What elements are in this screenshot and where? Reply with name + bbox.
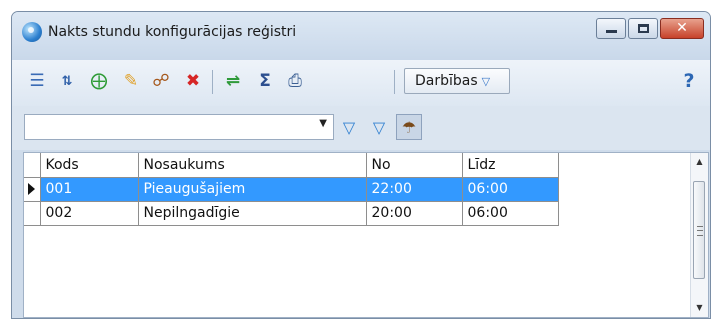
close-icon: ✕	[676, 20, 688, 36]
sort-icon[interactable]: ⇅	[54, 68, 80, 94]
filter-icon[interactable]: ▽	[336, 114, 362, 140]
cell-nosaukums[interactable]: Pieaugušajiem	[137, 176, 367, 202]
close-button[interactable]: ✕	[660, 18, 704, 39]
sum-icon[interactable]: Σ	[252, 68, 278, 94]
window-controls: ✕	[594, 18, 704, 39]
row-indicator	[24, 200, 41, 226]
cell-kods[interactable]: 001	[39, 176, 139, 202]
cell-no[interactable]: 20:00	[365, 200, 463, 226]
cell-no[interactable]: 22:00	[365, 176, 463, 202]
table-row[interactable]: 002 Nepilngadīgie 20:00 06:00	[24, 200, 559, 226]
combo-dropdown-icon[interactable]: ▼	[319, 118, 327, 129]
table-row[interactable]: 001 Pieaugušajiem 22:00 06:00	[24, 176, 559, 202]
view-icon[interactable]: ☍	[148, 68, 174, 94]
grip-icon	[697, 226, 703, 236]
cell-nosaukums[interactable]: Nepilngadīgie	[137, 200, 367, 226]
column-header-lidz[interactable]: Līdz	[461, 153, 559, 178]
add-icon[interactable]: ⨁	[86, 68, 112, 94]
table-header-row: Kods Nosaukums No Līdz	[24, 153, 559, 178]
vertical-scrollbar[interactable]: ▲ ▼	[690, 153, 708, 317]
column-header-kods[interactable]: Kods	[39, 153, 139, 178]
filter-combo[interactable]: ▼	[24, 114, 334, 140]
insert-icon[interactable]: ☰	[24, 68, 50, 94]
row-indicator-header	[24, 153, 41, 178]
filter-settings-icon[interactable]: ▽	[366, 114, 392, 140]
cell-kods[interactable]: 002	[39, 200, 139, 226]
help-icon[interactable]: ?	[678, 68, 700, 94]
title-bar[interactable]: Nakts stundu konfigurācijas reģistri ✕	[12, 12, 710, 60]
cell-lidz[interactable]: 06:00	[461, 200, 559, 226]
darbibas-button[interactable]: Darbības ▽	[404, 68, 510, 94]
minimize-icon	[606, 30, 617, 33]
scroll-down-icon[interactable]: ▼	[691, 299, 708, 317]
chevron-down-icon: ▽	[481, 75, 491, 88]
filter-bar: ▼ ▽ ▽ ☂	[12, 106, 710, 150]
row-indicator	[24, 176, 41, 202]
app-window: Nakts stundu konfigurācijas reģistri ✕ ☰…	[11, 11, 711, 319]
maximize-icon	[638, 24, 649, 33]
data-grid: Kods Nosaukums No Līdz 001 Pieaugušajiem…	[23, 152, 709, 318]
cell-lidz[interactable]: 06:00	[461, 176, 559, 202]
maximize-button[interactable]	[628, 18, 658, 39]
filter-user-icon[interactable]: ☂	[396, 114, 422, 140]
minimize-button[interactable]	[596, 18, 626, 39]
toolbar-separator	[212, 70, 213, 94]
window-title: Nakts stundu konfigurācijas reģistri	[48, 24, 297, 40]
records-table: Kods Nosaukums No Līdz 001 Pieaugušajiem…	[24, 153, 559, 226]
scroll-up-icon[interactable]: ▲	[691, 153, 708, 171]
delete-icon[interactable]: ✖	[180, 68, 206, 94]
refresh-icon[interactable]: ⇌	[220, 68, 246, 94]
column-header-nosaukums[interactable]: Nosaukums	[137, 153, 367, 178]
toolbar: ☰ ⇅ ⨁ ✎ ☍ ✖ ⇌ Σ ⎙ Darbības ▽ ?	[12, 60, 710, 106]
scroll-thumb[interactable]	[693, 181, 705, 279]
app-icon	[22, 22, 42, 42]
toolbar-separator	[394, 70, 395, 94]
current-row-icon	[28, 183, 35, 195]
print-icon[interactable]: ⎙	[282, 68, 308, 94]
edit-icon[interactable]: ✎	[118, 68, 144, 94]
darbibas-label: Darbības	[415, 73, 478, 89]
column-header-no[interactable]: No	[365, 153, 463, 178]
